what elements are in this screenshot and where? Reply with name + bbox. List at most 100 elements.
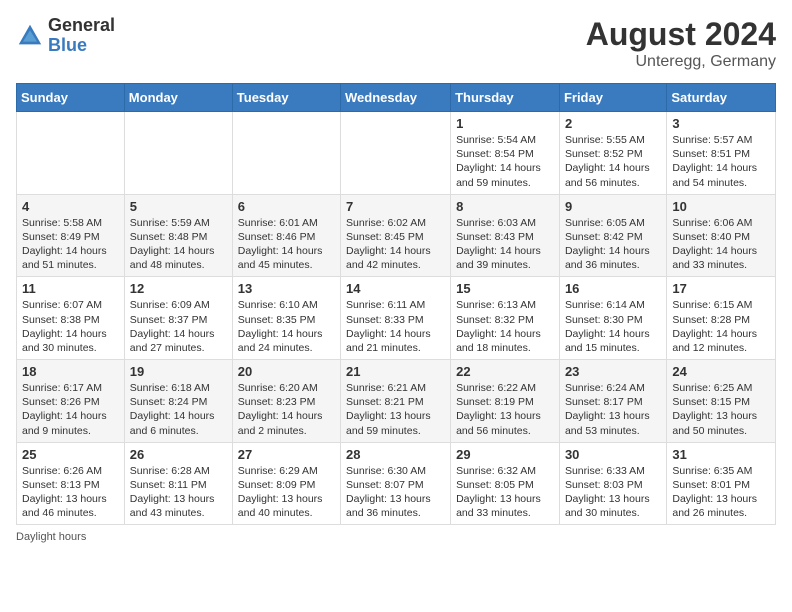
day-number: 9 [565,199,661,214]
calendar-cell: 2 Sunrise: 5:55 AM Sunset: 8:52 PM Daylig… [559,112,666,195]
calendar-cell: 8 Sunrise: 6:03 AM Sunset: 8:43 PM Daylig… [451,194,560,277]
day-number: 6 [238,199,335,214]
day-number: 18 [22,364,119,379]
calendar-cell [232,112,340,195]
day-info: Sunrise: 6:15 AM Sunset: 8:28 PM Dayligh… [672,298,770,355]
day-info: Sunrise: 6:24 AM Sunset: 8:17 PM Dayligh… [565,381,661,438]
calendar-cell: 29Sunrise: 6:32 AM Sunset: 8:05 PM Dayli… [451,442,560,525]
calendar-cell: 5 Sunrise: 5:59 AM Sunset: 8:48 PM Daylig… [124,194,232,277]
day-info: Sunrise: 6:05 AM Sunset: 8:42 PM Dayligh… [565,216,661,273]
logo-blue: Blue [48,36,115,56]
calendar-cell: 15Sunrise: 6:13 AM Sunset: 8:32 PM Dayli… [451,277,560,360]
calendar-cell: 20 Sunrise: 6:20 AM Sunset: 8:23 PM Dayli… [232,360,340,443]
day-number: 17 [672,281,770,296]
day-number: 24 [672,364,770,379]
calendar-cell: 11Sunrise: 6:07 AM Sunset: 8:38 PM Dayli… [17,277,125,360]
day-number: 7 [346,199,445,214]
day-info: Sunrise: 6:01 AM Sunset: 8:46 PM Dayligh… [238,216,335,273]
month-year: August 2024 [586,16,776,53]
day-number: 28 [346,447,445,462]
calendar-day-header: Sunday [17,84,125,112]
calendar-cell: 25Sunrise: 6:26 AM Sunset: 8:13 PM Dayli… [17,442,125,525]
day-number: 21 [346,364,445,379]
calendar-cell: 22 Sunrise: 6:22 AM Sunset: 8:19 PM Dayli… [451,360,560,443]
day-number: 30 [565,447,661,462]
calendar-cell: 28 Sunrise: 6:30 AM Sunset: 8:07 PM Dayli… [341,442,451,525]
title-area: August 2024 Unteregg, Germany [586,16,776,71]
location: Unteregg, Germany [586,53,776,71]
calendar-header-row: SundayMondayTuesdayWednesdayThursdayFrid… [17,84,776,112]
logo: General Blue [16,16,115,56]
calendar-cell: 12Sunrise: 6:09 AM Sunset: 8:37 PM Dayli… [124,277,232,360]
day-info: Sunrise: 5:57 AM Sunset: 8:51 PM Dayligh… [672,133,770,190]
day-number: 3 [672,116,770,131]
calendar-day-header: Wednesday [341,84,451,112]
calendar-day-header: Saturday [667,84,776,112]
calendar: SundayMondayTuesdayWednesdayThursdayFrid… [16,83,776,525]
calendar-week-row: 1 Sunrise: 5:54 AM Sunset: 8:54 PM Daylig… [17,112,776,195]
day-info: Sunrise: 6:22 AM Sunset: 8:19 PM Dayligh… [456,381,554,438]
day-number: 10 [672,199,770,214]
day-info: Sunrise: 6:35 AM Sunset: 8:01 PM Dayligh… [672,464,770,521]
day-info: Sunrise: 6:29 AM Sunset: 8:09 PM Dayligh… [238,464,335,521]
day-info: Sunrise: 6:02 AM Sunset: 8:45 PM Dayligh… [346,216,445,273]
day-info: Sunrise: 6:28 AM Sunset: 8:11 PM Dayligh… [130,464,227,521]
calendar-week-row: 25Sunrise: 6:26 AM Sunset: 8:13 PM Dayli… [17,442,776,525]
day-info: Sunrise: 5:54 AM Sunset: 8:54 PM Dayligh… [456,133,554,190]
day-number: 27 [238,447,335,462]
day-info: Sunrise: 6:32 AM Sunset: 8:05 PM Dayligh… [456,464,554,521]
day-number: 20 [238,364,335,379]
day-number: 12 [130,281,227,296]
calendar-cell: 1 Sunrise: 5:54 AM Sunset: 8:54 PM Daylig… [451,112,560,195]
day-info: Sunrise: 5:58 AM Sunset: 8:49 PM Dayligh… [22,216,119,273]
calendar-cell: 21 Sunrise: 6:21 AM Sunset: 8:21 PM Dayli… [341,360,451,443]
calendar-week-row: 18 Sunrise: 6:17 AM Sunset: 8:26 PM Dayli… [17,360,776,443]
day-number: 1 [456,116,554,131]
calendar-cell: 13Sunrise: 6:10 AM Sunset: 8:35 PM Dayli… [232,277,340,360]
day-info: Sunrise: 6:17 AM Sunset: 8:26 PM Dayligh… [22,381,119,438]
day-number: 25 [22,447,119,462]
day-number: 8 [456,199,554,214]
calendar-cell [17,112,125,195]
day-number: 23 [565,364,661,379]
day-info: Sunrise: 6:30 AM Sunset: 8:07 PM Dayligh… [346,464,445,521]
day-info: Sunrise: 6:10 AM Sunset: 8:35 PM Dayligh… [238,298,335,355]
logo-general: General [48,16,115,36]
day-info: Sunrise: 6:25 AM Sunset: 8:15 PM Dayligh… [672,381,770,438]
calendar-day-header: Friday [559,84,666,112]
day-number: 22 [456,364,554,379]
day-info: Sunrise: 6:20 AM Sunset: 8:23 PM Dayligh… [238,381,335,438]
calendar-cell: 19 Sunrise: 6:18 AM Sunset: 8:24 PM Dayli… [124,360,232,443]
calendar-cell [341,112,451,195]
day-info: Sunrise: 6:18 AM Sunset: 8:24 PM Dayligh… [130,381,227,438]
footer-note: Daylight hours [16,531,776,543]
day-info: Sunrise: 5:55 AM Sunset: 8:52 PM Dayligh… [565,133,661,190]
day-number: 26 [130,447,227,462]
calendar-cell: 10Sunrise: 6:06 AM Sunset: 8:40 PM Dayli… [667,194,776,277]
calendar-day-header: Tuesday [232,84,340,112]
calendar-cell: 24 Sunrise: 6:25 AM Sunset: 8:15 PM Dayli… [667,360,776,443]
calendar-cell: 16Sunrise: 6:14 AM Sunset: 8:30 PM Dayli… [559,277,666,360]
calendar-cell: 3 Sunrise: 5:57 AM Sunset: 8:51 PM Daylig… [667,112,776,195]
calendar-week-row: 11Sunrise: 6:07 AM Sunset: 8:38 PM Dayli… [17,277,776,360]
day-number: 5 [130,199,227,214]
calendar-cell: 6 Sunrise: 6:01 AM Sunset: 8:46 PM Daylig… [232,194,340,277]
day-info: Sunrise: 6:21 AM Sunset: 8:21 PM Dayligh… [346,381,445,438]
day-info: Sunrise: 6:03 AM Sunset: 8:43 PM Dayligh… [456,216,554,273]
calendar-cell: 4 Sunrise: 5:58 AM Sunset: 8:49 PM Daylig… [17,194,125,277]
day-number: 2 [565,116,661,131]
day-number: 16 [565,281,661,296]
day-number: 4 [22,199,119,214]
day-number: 31 [672,447,770,462]
day-number: 14 [346,281,445,296]
logo-text: General Blue [48,16,115,56]
calendar-cell: 30Sunrise: 6:33 AM Sunset: 8:03 PM Dayli… [559,442,666,525]
day-number: 19 [130,364,227,379]
page-header: General Blue August 2024 Unteregg, Germa… [16,16,776,71]
calendar-cell: 26 Sunrise: 6:28 AM Sunset: 8:11 PM Dayli… [124,442,232,525]
calendar-cell: 27 Sunrise: 6:29 AM Sunset: 8:09 PM Dayli… [232,442,340,525]
calendar-cell [124,112,232,195]
calendar-day-header: Monday [124,84,232,112]
day-info: Sunrise: 5:59 AM Sunset: 8:48 PM Dayligh… [130,216,227,273]
day-info: Sunrise: 6:11 AM Sunset: 8:33 PM Dayligh… [346,298,445,355]
